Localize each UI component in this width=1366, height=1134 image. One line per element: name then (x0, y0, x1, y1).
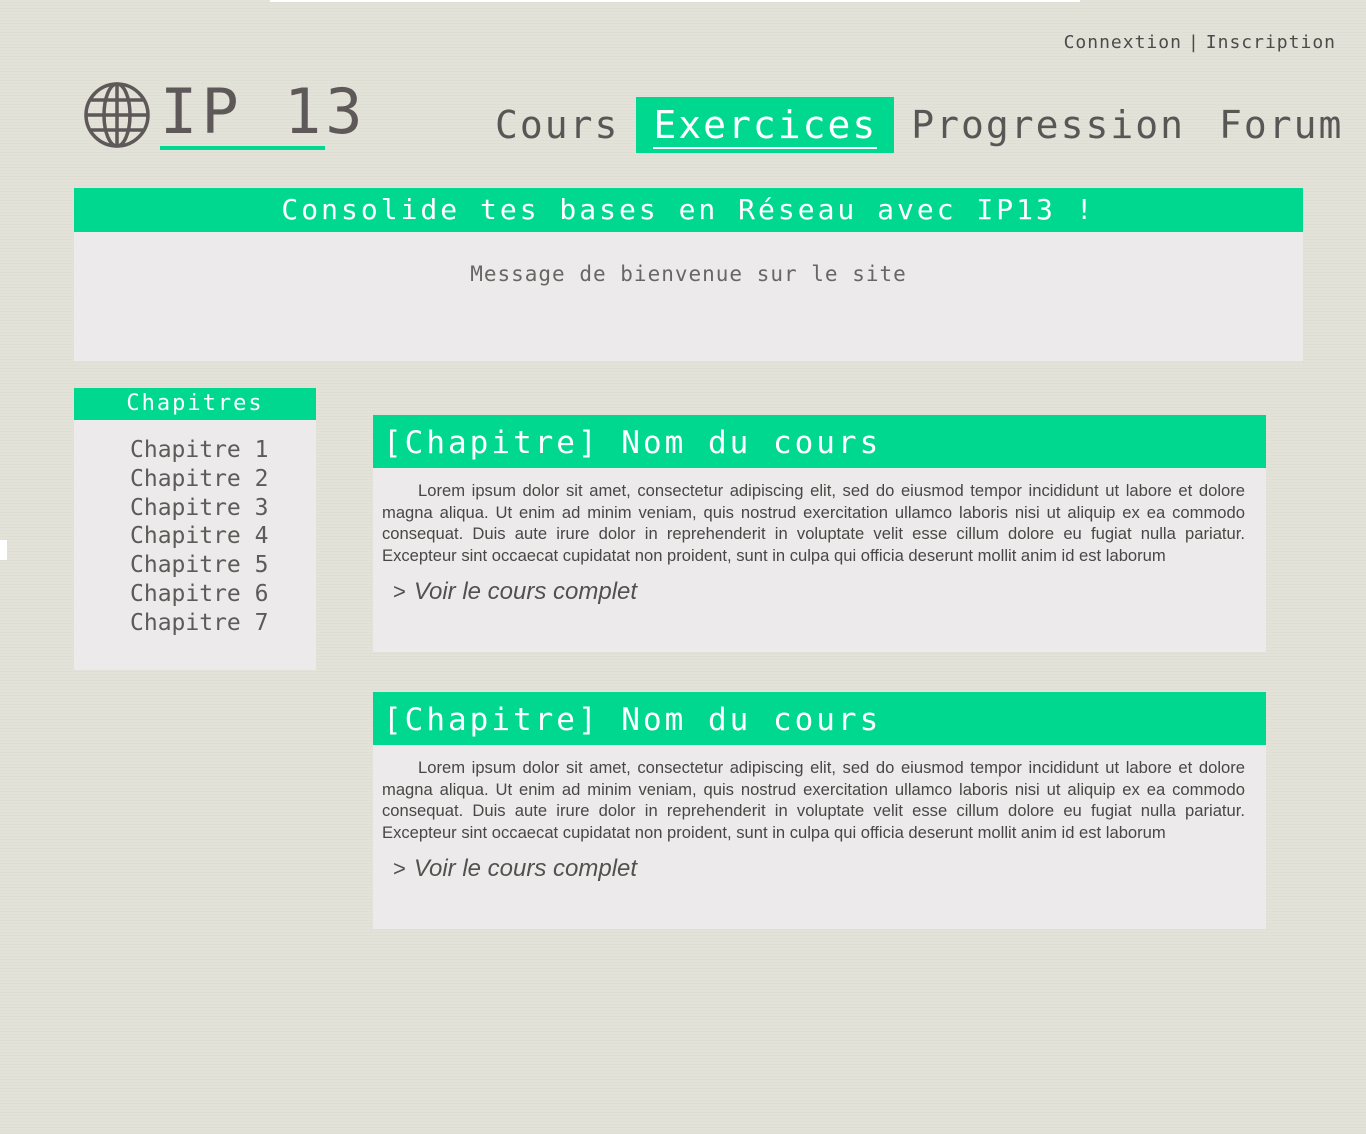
course-summary: Lorem ipsum dolor sit amet, consectetur … (382, 481, 1245, 565)
nav-label: Exercices (653, 103, 878, 149)
globe-icon (84, 82, 150, 148)
auth-links: Connextion | Inscription (1064, 32, 1336, 53)
sidebar-panel: Chapitre 1 Chapitre 2 Chapitre 3 Chapitr… (74, 420, 316, 670)
chapter-list: Chapitre 1 Chapitre 2 Chapitre 3 Chapitr… (74, 420, 316, 638)
sidebar-item-chapitre-4[interactable]: Chapitre 4 (130, 522, 316, 551)
sidebar-item-chapitre-6[interactable]: Chapitre 6 (130, 580, 316, 609)
welcome-panel: Message de bienvenue sur le site (74, 232, 1303, 361)
auth-separator: | (1187, 32, 1200, 53)
course-title[interactable]: [Chapitre] Nom du cours (373, 415, 1266, 468)
signup-link[interactable]: Inscription (1206, 32, 1336, 53)
course-card: [Chapitre] Nom du cours Lorem ipsum dolo… (373, 692, 1266, 929)
view-course-link[interactable]: > Voir le cours complet (373, 843, 1266, 883)
course-card: [Chapitre] Nom du cours Lorem ipsum dolo… (373, 415, 1266, 652)
sidebar-item-chapitre-2[interactable]: Chapitre 2 (130, 465, 316, 494)
banner-title: Consolide tes bases en Réseau avec IP13 … (74, 188, 1303, 232)
nav-item-progression[interactable]: Progression (894, 97, 1202, 153)
nav-item-exercices[interactable]: Exercices (636, 97, 895, 153)
welcome-message: Message de bienvenue sur le site (470, 262, 907, 286)
view-course-label: Voir le cours complet (413, 855, 638, 882)
site-logo-text[interactable]: IP 13 (160, 78, 363, 150)
main-nav: Cours Exercices Progression Forum (478, 97, 1360, 153)
left-edge-mark (0, 540, 7, 560)
login-link[interactable]: Connextion (1064, 32, 1182, 53)
course-title[interactable]: [Chapitre] Nom du cours (373, 692, 1266, 745)
nav-label: Progression (911, 103, 1185, 147)
sidebar-item-chapitre-5[interactable]: Chapitre 5 (130, 551, 316, 580)
chevron-right-icon: > (393, 856, 406, 881)
nav-item-forum[interactable]: Forum (1202, 97, 1360, 153)
sidebar-item-chapitre-7[interactable]: Chapitre 7 (130, 609, 316, 638)
view-course-link[interactable]: > Voir le cours complet (373, 566, 1266, 606)
nav-label: Cours (495, 103, 620, 147)
course-summary: Lorem ipsum dolor sit amet, consectetur … (382, 758, 1245, 842)
chevron-right-icon: > (393, 579, 406, 604)
sidebar-item-chapitre-3[interactable]: Chapitre 3 (130, 494, 316, 523)
nav-label: Forum (1218, 103, 1344, 147)
sidebar-title: Chapitres (74, 388, 316, 420)
top-edge-stripe (270, 0, 1080, 2)
sidebar-item-chapitre-1[interactable]: Chapitre 1 (130, 436, 316, 465)
view-course-label: Voir le cours complet (413, 578, 638, 605)
nav-item-cours[interactable]: Cours (478, 97, 636, 153)
